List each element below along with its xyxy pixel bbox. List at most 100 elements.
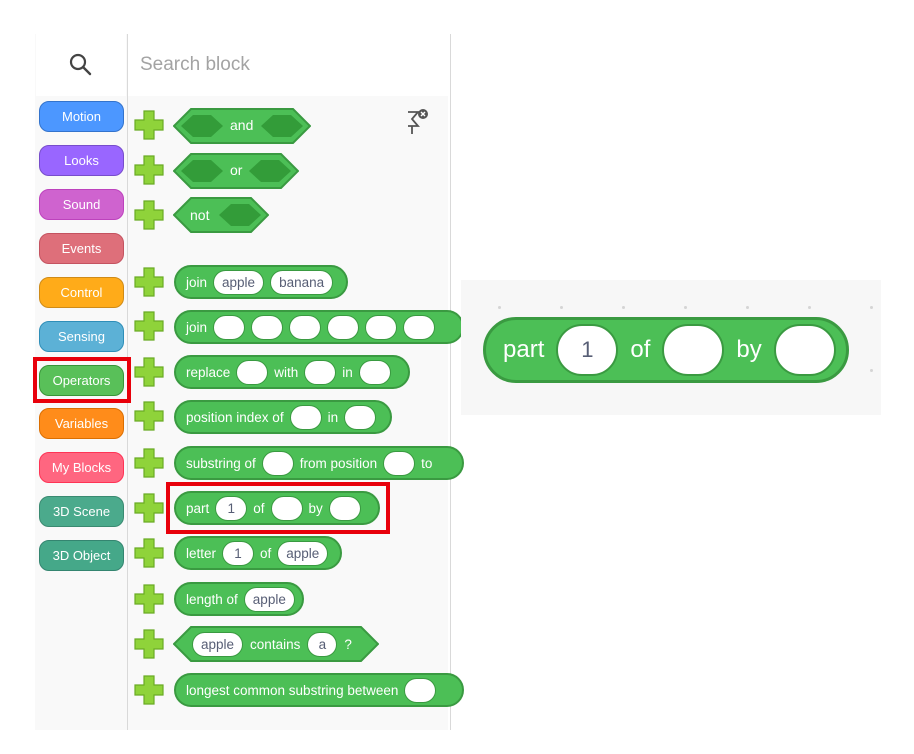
join-multi-input[interactable]	[403, 314, 436, 340]
substring-from-input[interactable]	[383, 450, 416, 476]
and-label: and	[230, 117, 254, 133]
part-block[interactable]: part 1 of by	[174, 491, 380, 525]
search-input[interactable]	[128, 34, 448, 96]
part-of-label: of	[253, 500, 265, 516]
add-block-plus-icon[interactable]	[133, 492, 165, 524]
length-block[interactable]: length of apple	[174, 582, 304, 616]
position-in-label: in	[327, 409, 339, 425]
substring-to-label: to	[421, 455, 433, 471]
contains-label: contains	[250, 636, 301, 652]
category-sound[interactable]: Sound	[39, 189, 124, 220]
search-icon	[69, 53, 92, 76]
add-block-plus-icon[interactable]	[133, 266, 165, 298]
part-of-input[interactable]	[270, 495, 303, 521]
part-index-input[interactable]: 1	[215, 495, 248, 521]
contains-row: apple contains a ?	[192, 631, 352, 657]
longest-common-substring-label: longest common substring between	[186, 682, 399, 698]
zoom-of-input	[662, 324, 725, 376]
substring-from-label: from position	[299, 455, 378, 471]
grid-dot	[808, 306, 811, 309]
add-block-plus-icon[interactable]	[133, 310, 165, 342]
category-looks[interactable]: Looks	[39, 145, 124, 176]
category-control[interactable]: Control	[39, 277, 124, 308]
join-label: join	[186, 274, 208, 290]
replace-in-label: in	[342, 364, 353, 380]
category-3d-scene[interactable]: 3D Scene	[39, 496, 124, 527]
position-index-label: position index of	[186, 409, 284, 425]
join-multi-block[interactable]: join	[174, 310, 464, 344]
search-button[interactable]	[36, 34, 126, 96]
join-multi-input[interactable]	[213, 314, 246, 340]
join-multi-input[interactable]	[327, 314, 360, 340]
replace-input[interactable]	[236, 359, 269, 385]
position-index-block[interactable]: position index of in	[174, 400, 392, 434]
category-3d-object[interactable]: 3D Object	[39, 540, 124, 571]
zoom-by-input	[773, 324, 836, 376]
add-block-plus-icon[interactable]	[133, 583, 165, 615]
letter-index-input[interactable]: 1	[222, 540, 255, 566]
join-input-a[interactable]: apple	[213, 269, 265, 295]
category-my-blocks[interactable]: My Blocks	[39, 452, 124, 483]
replace-in-input[interactable]	[358, 359, 391, 385]
join-multi-input[interactable]	[365, 314, 398, 340]
join-input-b[interactable]: banana	[270, 269, 334, 295]
add-block-plus-icon[interactable]	[133, 628, 165, 660]
add-block-plus-icon[interactable]	[133, 537, 165, 569]
letter-label: letter	[186, 545, 217, 561]
zoom-of-label: of	[630, 336, 651, 363]
add-block-plus-icon[interactable]	[133, 199, 165, 231]
zoom-part-index-input: 1	[556, 324, 619, 376]
position-index-input[interactable]	[289, 404, 322, 430]
zoom-by-label: by	[736, 336, 762, 363]
join-multi-input[interactable]	[289, 314, 322, 340]
substring-input[interactable]	[261, 450, 294, 476]
grid-dot	[684, 306, 687, 309]
position-in-input[interactable]	[344, 404, 377, 430]
grid-dot	[622, 306, 625, 309]
letter-block[interactable]: letter 1 of apple	[174, 536, 342, 570]
add-block-plus-icon[interactable]	[133, 109, 165, 141]
pin-icon[interactable]	[402, 106, 432, 140]
zoom-part-label: part	[503, 336, 545, 363]
add-block-plus-icon[interactable]	[133, 356, 165, 388]
part-by-input[interactable]	[328, 495, 361, 521]
grid-dot	[746, 306, 749, 309]
add-block-plus-icon[interactable]	[133, 154, 165, 186]
category-events[interactable]: Events	[39, 233, 124, 264]
replace-with-label: with	[274, 364, 299, 380]
substring-label: substring of	[186, 455, 256, 471]
join-block[interactable]: join apple banana	[174, 265, 348, 299]
category-motion[interactable]: Motion	[39, 101, 124, 132]
contains-question-mark: ?	[344, 636, 352, 652]
contains-value-input[interactable]: a	[307, 631, 338, 657]
add-block-plus-icon[interactable]	[133, 400, 165, 432]
longest-common-substring-block[interactable]: longest common substring between	[174, 673, 464, 707]
join-multi-input[interactable]	[251, 314, 284, 340]
grid-dot	[560, 306, 563, 309]
letter-text-input[interactable]: apple	[277, 540, 329, 566]
replace-label: replace	[186, 364, 231, 380]
length-label: length of	[186, 591, 238, 607]
grid-dot	[870, 369, 873, 372]
add-block-plus-icon[interactable]	[133, 447, 165, 479]
join-multi-label: join	[186, 319, 208, 335]
add-block-plus-icon[interactable]	[133, 674, 165, 706]
substring-block[interactable]: substring of from position to	[174, 446, 464, 480]
operators-highlight	[33, 357, 131, 403]
contains-text-input[interactable]: apple	[192, 631, 244, 657]
letter-of-label: of	[260, 545, 272, 561]
length-text-input[interactable]: apple	[243, 586, 295, 612]
not-block[interactable]	[173, 197, 269, 233]
or-label: or	[230, 162, 243, 178]
longest-common-input[interactable]	[404, 677, 437, 703]
not-label: not	[190, 207, 210, 223]
category-variables[interactable]: Variables	[39, 408, 124, 439]
grid-dot	[498, 306, 501, 309]
grid-dot	[870, 306, 873, 309]
zoom-part-block: part 1 of by	[483, 317, 849, 383]
part-label: part	[186, 500, 210, 516]
replace-block[interactable]: replace with in	[174, 355, 410, 389]
category-sensing[interactable]: Sensing	[39, 321, 124, 352]
part-by-label: by	[308, 500, 323, 516]
replace-with-input[interactable]	[304, 359, 337, 385]
